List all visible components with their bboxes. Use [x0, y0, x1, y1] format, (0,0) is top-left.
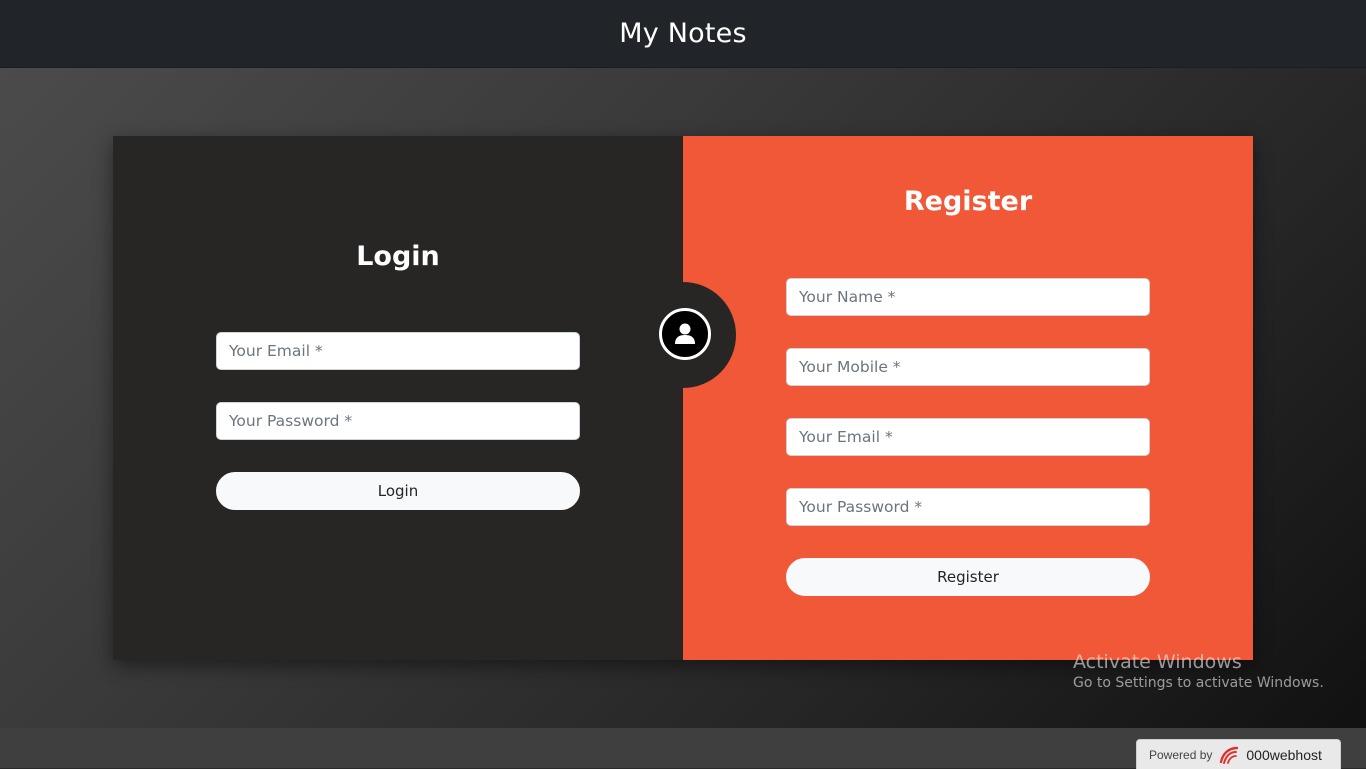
top-navbar: My Notes: [0, 0, 1366, 68]
login-button[interactable]: Login: [216, 472, 580, 510]
auth-card: Login Login Register Register: [113, 136, 1253, 660]
register-email-input[interactable]: [786, 418, 1150, 456]
register-mobile-input[interactable]: [786, 348, 1150, 386]
avatar: [659, 308, 711, 360]
000webhost-logo-icon: [1220, 746, 1239, 764]
windows-activation-watermark: Activate Windows Go to Settings to activ…: [1073, 651, 1324, 691]
powered-by-badge[interactable]: Powered by 000webhost: [1136, 739, 1341, 769]
host-name: 000webhost: [1246, 746, 1322, 763]
powered-by-label: Powered by: [1149, 747, 1213, 762]
register-button[interactable]: Register: [786, 558, 1150, 596]
watermark-title: Activate Windows: [1073, 651, 1242, 673]
login-password-input[interactable]: [216, 402, 580, 440]
app-brand[interactable]: My Notes: [619, 18, 746, 49]
login-panel: Login Login: [113, 136, 683, 660]
login-email-input[interactable]: [216, 332, 580, 370]
register-panel: Register Register: [683, 136, 1253, 660]
login-title: Login: [356, 241, 440, 272]
register-password-input[interactable]: [786, 488, 1150, 526]
user-icon: [675, 323, 695, 344]
watermark-subtitle: Go to Settings to activate Windows.: [1073, 675, 1324, 691]
register-title: Register: [903, 186, 1033, 217]
register-name-input[interactable]: [786, 278, 1150, 316]
